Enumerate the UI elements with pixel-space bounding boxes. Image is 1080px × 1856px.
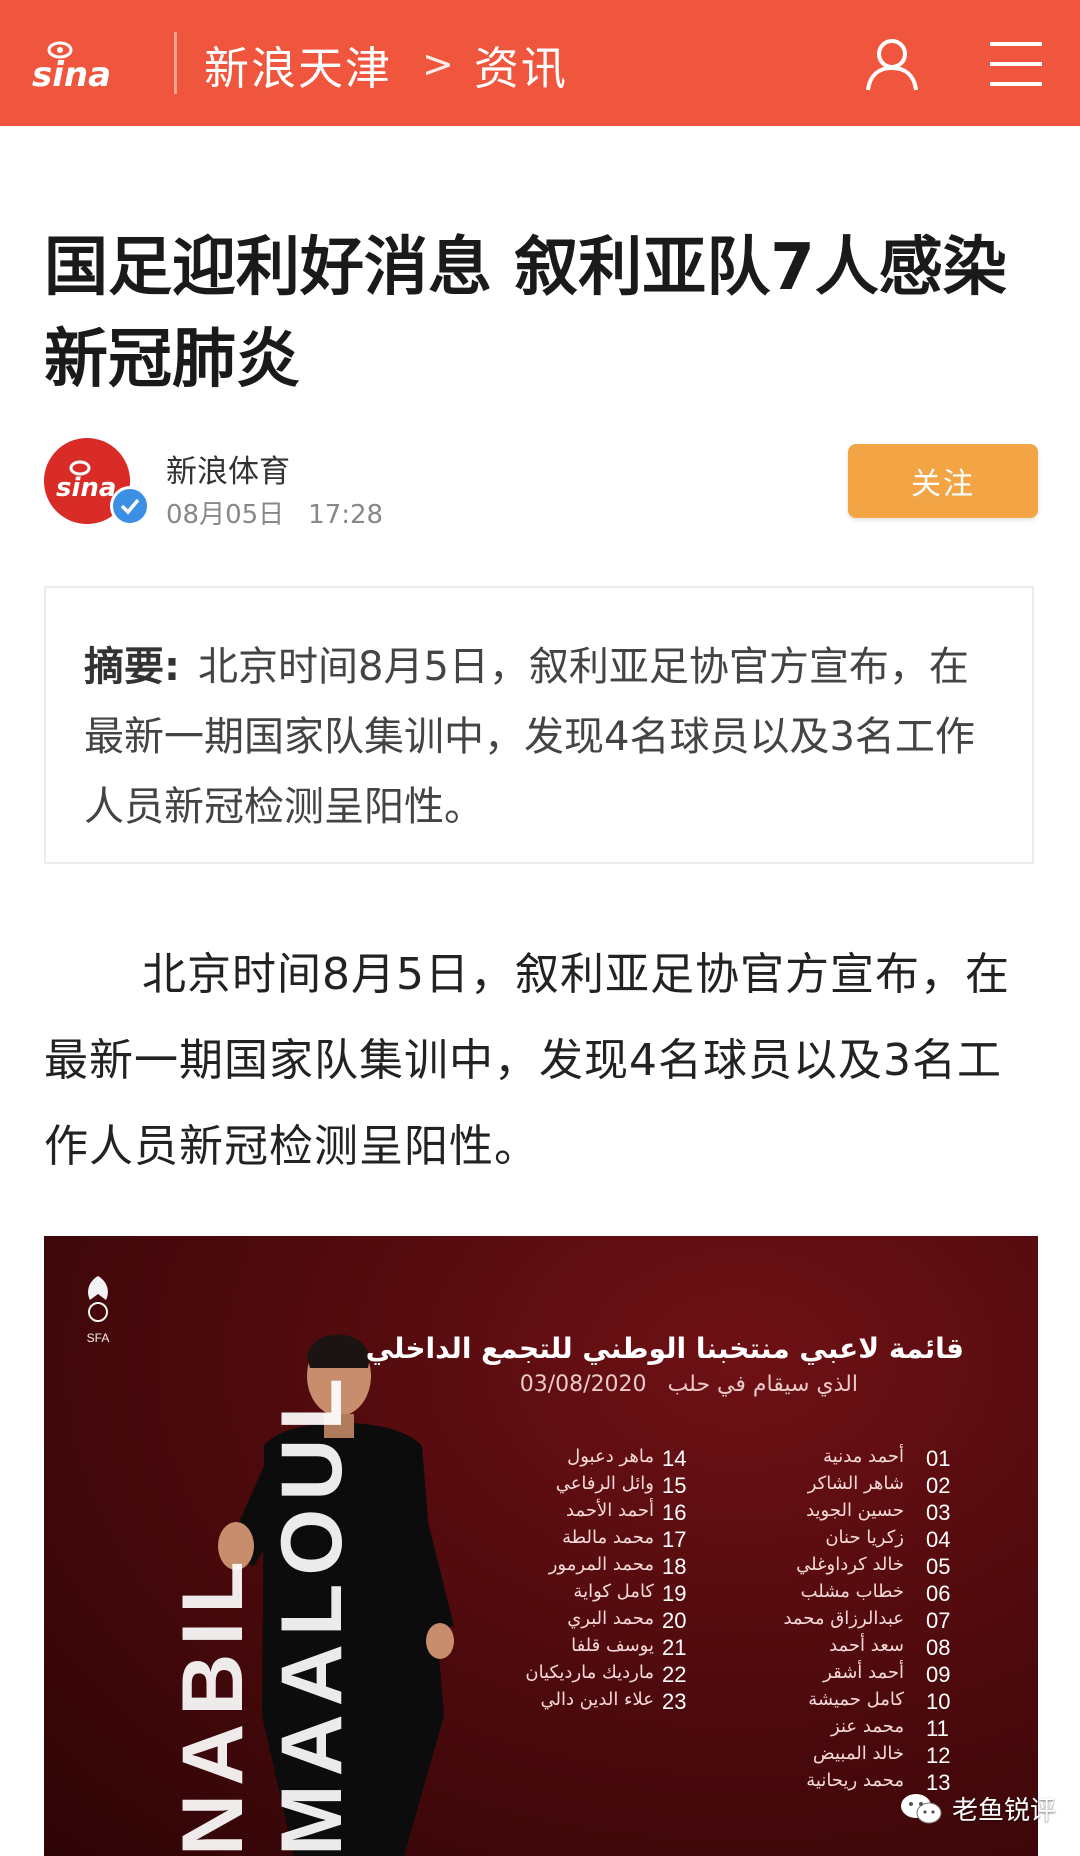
verified-badge-icon — [110, 486, 150, 526]
roster-location: الذي سيقام في حلب — [667, 1372, 858, 1397]
user-icon[interactable] — [862, 34, 922, 94]
player-number: 02 — [926, 1473, 951, 1498]
roster-list: ماهر دعبول 14 أحمد مدنية 01 وائل الرفاعي 15 شا… — [525, 1446, 984, 1797]
roster-row: علاء الدين دالي 23 كامل حميشة 10 — [540, 1689, 984, 1716]
player-name: محمد عنز — [831, 1716, 904, 1737]
player-number: 16 — [662, 1500, 687, 1525]
player-name: ماهر دعبول — [567, 1446, 654, 1467]
roster-row: محمد مالطة 17 زكريا حنان 04 — [562, 1527, 984, 1554]
player-name: ماردیك مارديكيان — [525, 1662, 654, 1683]
player-number: 19 — [662, 1581, 687, 1606]
player-name: سعد أحمد — [829, 1635, 904, 1656]
player-name: شاهر الشاكر — [807, 1473, 904, 1494]
player-name: وائل الرفاعي — [555, 1473, 654, 1494]
roster-title: قائمة لاعبي منتخبنا الوطني للتجمع الداخل… — [365, 1332, 964, 1365]
player-number: 04 — [926, 1527, 951, 1552]
player-number: 14 — [662, 1446, 687, 1471]
roster-row: ماهر دعبول 14 أحمد مدنية 01 — [564, 1446, 984, 1473]
player-name: محمد ريحانية — [806, 1770, 904, 1791]
publish-datetime: 08月05日 17:28 — [166, 494, 383, 531]
header-divider — [174, 32, 177, 94]
article-title: 国足迎利好消息 叙利亚队7人感染新冠肺炎 — [44, 231, 1007, 397]
player-name: محمد مالطة — [562, 1527, 654, 1548]
coach-name-vertical: NABIL MAALOUL — [165, 1370, 360, 1856]
breadcrumb-site[interactable]: 新浪天津 — [204, 32, 392, 97]
player-name: علاء الدين دالي — [540, 1689, 654, 1710]
author-name[interactable]: 新浪体育 — [166, 446, 290, 491]
player-number: 12 — [926, 1743, 951, 1768]
publish-date: 08月05日 — [166, 500, 285, 530]
watermark-text: 老鱼锐评 — [952, 1796, 1057, 1826]
player-number: 11 — [926, 1716, 949, 1741]
svg-text:sina: sina — [32, 55, 111, 92]
player-name: خطاب مشلب — [800, 1581, 904, 1602]
summary-text: 北京时间8月5日，叙利亚足协官方宣布，在最新一期国家队集训中，发现4名球员以及3… — [84, 644, 975, 830]
player-number: 05 — [926, 1554, 951, 1579]
player-number: 06 — [926, 1581, 951, 1606]
roster-row: محمد عنز 11 — [564, 1716, 984, 1743]
roster-row: كامل كواية 19 خطاب مشلب 06 — [564, 1581, 984, 1608]
roster-row: محمد البري 20 عبدالرزاق محمد 07 — [564, 1608, 984, 1635]
player-name: أحمد مدنية — [823, 1446, 904, 1467]
player-number: 03 — [926, 1500, 951, 1525]
top-navigation-bar: sina 新浪天津 > 资讯 — [0, 0, 1080, 126]
breadcrumb-section[interactable]: 资讯 — [474, 32, 568, 97]
article-summary-box: 摘要: 北京时间8月5日，叙利亚足协官方宣布，在最新一期国家队集训中，发现4名球员… — [44, 586, 1034, 864]
player-name: كامل حميشة — [808, 1689, 904, 1710]
svg-text:SFA: SFA — [87, 1331, 110, 1345]
player-number: 08 — [926, 1635, 951, 1660]
breadcrumb: 新浪天津 > 资讯 — [204, 32, 568, 97]
player-number: 20 — [662, 1608, 687, 1633]
player-number: 10 — [926, 1689, 951, 1714]
follow-button[interactable]: 关注 — [848, 444, 1038, 518]
publish-time: 17:28 — [308, 500, 384, 530]
player-number: 23 — [662, 1689, 687, 1714]
article-photo[interactable]: SFA NABIL MAALOUL قائمة لاعبي منتخبنا ال… — [44, 1236, 1038, 1856]
menu-icon[interactable] — [988, 36, 1044, 92]
player-name: أحمد الأحمد — [566, 1500, 654, 1521]
roster-row: يوسف قلفا 21 سعد أحمد 08 — [564, 1635, 984, 1662]
player-name: عبدالرزاق محمد — [783, 1608, 904, 1629]
roster-row: ماردیك مارديكيان 22 أحمد أشقر 09 — [525, 1662, 984, 1689]
player-number: 18 — [662, 1554, 687, 1579]
player-number: 07 — [926, 1608, 951, 1633]
svg-text:sina: sina — [56, 473, 116, 503]
watermark: 老鱼锐评 — [900, 1790, 1056, 1827]
player-name: خالد كرداوغلي — [796, 1554, 904, 1575]
wechat-icon — [901, 1793, 942, 1823]
roster-row: وائل الرفاعي 15 شاهر الشاكر 02 — [556, 1473, 984, 1500]
player-number: 21 — [662, 1635, 687, 1660]
sfa-emblem-icon: SFA — [87, 1276, 110, 1345]
roster-row: أحمد الأحمد 16 حسين الجويد 03 — [564, 1500, 984, 1527]
player-name: محمد البري — [567, 1608, 654, 1629]
player-number: 22 — [662, 1662, 687, 1687]
player-name: يوسف قلفا — [571, 1635, 654, 1656]
player-number: 09 — [926, 1662, 951, 1687]
breadcrumb-separator: > — [422, 42, 456, 86]
player-number: 01 — [926, 1446, 951, 1471]
player-name: محمد المرمور — [548, 1554, 654, 1575]
roster-row: محمد المرمور 18 خالد كرداوغلي 05 — [549, 1554, 984, 1581]
player-number: 15 — [662, 1473, 687, 1498]
roster-subtitle: الذي سيقام في حلب 03/08/2020 — [520, 1372, 858, 1397]
player-name: زكريا حنان — [825, 1527, 904, 1548]
player-number: 17 — [662, 1527, 687, 1552]
sina-logo[interactable]: sina — [30, 36, 122, 92]
player-name: خالد المبيض — [812, 1743, 904, 1764]
roster-row: خالد المبيض 12 — [564, 1743, 984, 1770]
roster-date: 03/08/2020 — [519, 1372, 647, 1397]
article-body-paragraph: 北京时间8月5日，叙利亚足协官方宣布，在最新一期国家队集训中，发现4名球员以及3… — [44, 949, 1010, 1172]
player-name: حسين الجويد — [806, 1500, 904, 1521]
player-name: أحمد أشقر — [823, 1662, 904, 1683]
player-name: كامل كواية — [573, 1581, 654, 1602]
summary-label: 摘要: — [84, 644, 180, 690]
